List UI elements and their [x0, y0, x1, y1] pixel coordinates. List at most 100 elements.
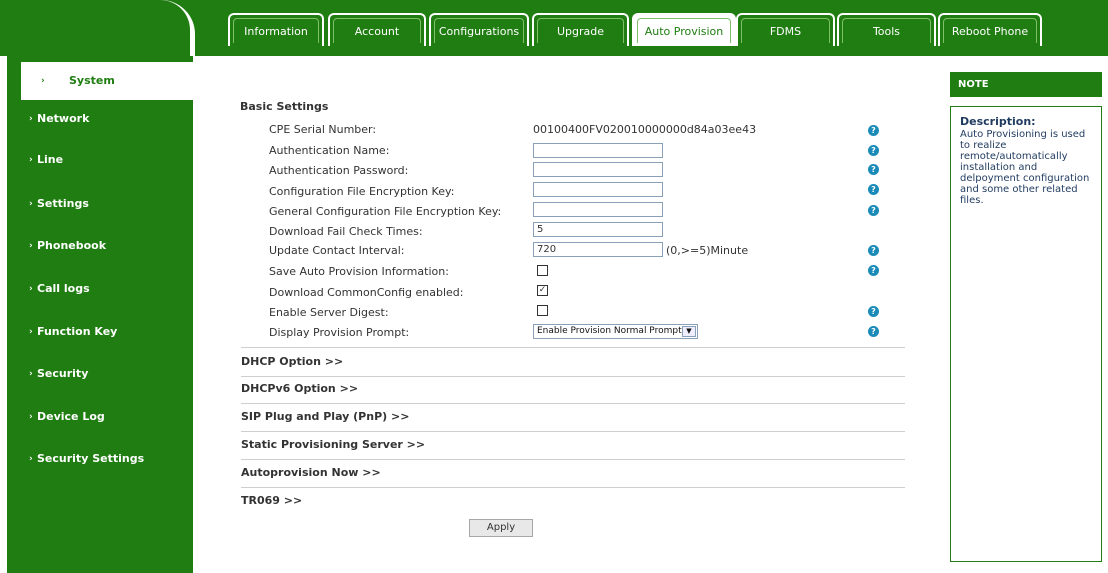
section-label: SIP Plug and Play (PnP) >> — [241, 410, 410, 423]
chevron-right-icon: › — [29, 412, 33, 422]
tab-account[interactable]: Account — [328, 13, 426, 46]
help-icon[interactable]: ? — [868, 326, 879, 337]
sidebar-item-call-logs[interactable]: › Call logs — [7, 274, 193, 304]
fail-check-label: Download Fail Check Times: — [269, 225, 423, 238]
config-key-field[interactable] — [533, 182, 663, 197]
contact-interval-field[interactable]: 720 — [533, 242, 663, 257]
help-icon[interactable]: ? — [868, 145, 879, 156]
basic-settings-title: Basic Settings — [240, 100, 329, 113]
chevron-right-icon: › — [29, 199, 33, 209]
server-digest-label: Enable Server Digest: — [269, 306, 389, 319]
section-label: TR069 >> — [241, 494, 303, 507]
dhcp-option-section[interactable]: DHCP Option >> — [241, 347, 905, 377]
tab-upgrade[interactable]: Upgrade — [532, 13, 629, 46]
provision-prompt-label: Display Provision Prompt: — [269, 326, 410, 339]
sip-pnp-section[interactable]: SIP Plug and Play (PnP) >> — [241, 403, 905, 432]
tab-label: Configurations — [434, 18, 524, 43]
tab-label: FDMS — [741, 18, 830, 43]
sidebar-item-label: Device Log — [37, 410, 105, 423]
chevron-right-icon: › — [29, 241, 33, 251]
tab-information[interactable]: Information — [228, 13, 324, 46]
help-icon[interactable]: ? — [868, 164, 879, 175]
sidebar-item-label: Function Key — [37, 325, 118, 338]
tab-label: Information — [233, 18, 319, 43]
general-key-field[interactable] — [533, 202, 663, 217]
tab-reboot-phone[interactable]: Reboot Phone — [938, 13, 1042, 46]
note-header: NOTE — [950, 72, 1102, 97]
contact-interval-hint: (0,>=5)Minute — [666, 244, 749, 257]
section-label: DHCPv6 Option >> — [241, 382, 359, 395]
general-key-label: General Configuration File Encryption Ke… — [269, 205, 502, 218]
dhcpv6-option-section[interactable]: DHCPv6 Option >> — [241, 375, 905, 404]
chevron-right-icon: › — [29, 284, 33, 294]
chevron-right-icon: › — [29, 114, 33, 124]
sidebar-item-system[interactable]: › System — [21, 62, 200, 100]
note-panel: Description: Auto Provisioning is used t… — [950, 106, 1102, 562]
logo-area — [0, 0, 195, 60]
help-icon[interactable]: ? — [868, 125, 879, 136]
section-label: DHCP Option >> — [241, 355, 344, 368]
sidebar-item-label: Call logs — [37, 282, 90, 295]
note-text: Auto Provisioning is used to realize rem… — [960, 129, 1090, 206]
commonconfig-checkbox[interactable]: ✓ — [537, 285, 548, 296]
auth-password-field[interactable] — [533, 162, 663, 177]
provision-prompt-select[interactable]: Enable Provision Normal Prompt ▼ — [533, 324, 698, 339]
cpe-serial-label: CPE Serial Number: — [269, 123, 377, 136]
sidebar-item-settings[interactable]: › Settings — [7, 189, 193, 219]
tab-label: Upgrade — [537, 18, 624, 43]
tab-fdms[interactable]: FDMS — [736, 13, 835, 46]
sidebar-item-line[interactable]: › Line — [7, 145, 193, 175]
sidebar-item-label: Security Settings — [37, 452, 145, 465]
tr069-section[interactable]: TR069 >> — [241, 487, 905, 515]
tab-auto-provision[interactable]: Auto Provision — [632, 13, 736, 46]
auth-password-label: Authentication Password: — [269, 164, 409, 177]
tab-label: Reboot Phone — [943, 18, 1037, 43]
auth-name-label: Authentication Name: — [269, 144, 390, 157]
help-icon[interactable]: ? — [868, 184, 879, 195]
sidebar-item-label: Line — [37, 153, 64, 166]
tab-configurations[interactable]: Configurations — [429, 13, 529, 46]
chevron-right-icon: › — [29, 454, 33, 464]
commonconfig-label: Download CommonConfig enabled: — [269, 286, 464, 299]
contact-interval-label: Update Contact Interval: — [269, 244, 405, 257]
chevron-right-icon: › — [29, 155, 33, 165]
sidebar-item-label: Network — [37, 112, 90, 125]
save-provision-checkbox[interactable] — [537, 265, 548, 276]
fail-check-field[interactable]: 5 — [533, 222, 663, 237]
cpe-serial-value: 00100400FV020010000000d84a03ee43 — [533, 123, 757, 136]
auth-name-field[interactable] — [533, 143, 663, 158]
sidebar-item-label: System — [69, 74, 115, 87]
sidebar: › System › Network › Line › Settings › Phoneb… — [7, 56, 200, 573]
server-digest-checkbox[interactable] — [537, 305, 548, 316]
sidebar-item-label: Settings — [37, 197, 89, 210]
help-icon[interactable]: ? — [868, 205, 879, 216]
sidebar-item-label: Phonebook — [37, 239, 107, 252]
sidebar-item-phonebook[interactable]: › Phonebook — [7, 231, 193, 261]
section-label: Autoprovision Now >> — [241, 466, 381, 479]
sidebar-item-label: Security — [37, 367, 89, 380]
sidebar-item-network[interactable]: › Network — [7, 104, 193, 134]
apply-button[interactable]: Apply — [469, 519, 533, 537]
select-value: Enable Provision Normal Prompt — [537, 326, 682, 336]
static-provisioning-section[interactable]: Static Provisioning Server >> — [241, 431, 905, 460]
chevron-right-icon: › — [41, 76, 45, 86]
chevron-right-icon: › — [29, 327, 33, 337]
chevron-right-icon: › — [29, 369, 33, 379]
chevron-down-icon: ▼ — [682, 326, 696, 337]
tab-label: Account — [333, 18, 421, 43]
sidebar-item-device-log[interactable]: › Device Log — [7, 402, 193, 432]
autoprovision-now-section[interactable]: Autoprovision Now >> — [241, 459, 905, 488]
help-icon[interactable]: ? — [868, 265, 879, 276]
sidebar-item-function-key[interactable]: › Function Key — [7, 317, 193, 347]
help-icon[interactable]: ? — [868, 306, 879, 317]
section-label: Static Provisioning Server >> — [241, 438, 426, 451]
save-provision-label: Save Auto Provision Information: — [269, 265, 449, 278]
tab-tools[interactable]: Tools — [837, 13, 936, 46]
config-key-label: Configuration File Encryption Key: — [269, 185, 455, 198]
sidebar-item-security[interactable]: › Security — [7, 359, 193, 389]
sidebar-item-security-settings[interactable]: › Security Settings — [7, 444, 193, 474]
help-icon[interactable]: ? — [868, 245, 879, 256]
tab-label: Tools — [842, 18, 931, 43]
note-title: Description: — [960, 115, 1036, 128]
tab-label: Auto Provision — [637, 18, 731, 43]
